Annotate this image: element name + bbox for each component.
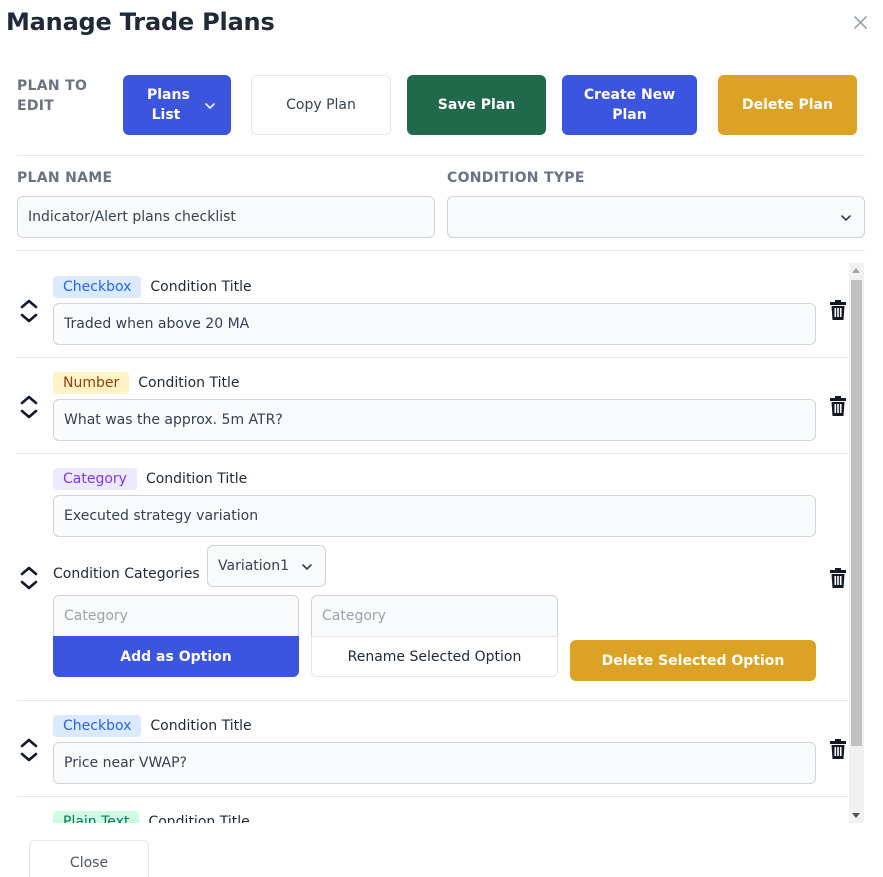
divider — [17, 357, 848, 358]
rename-category-input[interactable]: Category — [311, 595, 558, 637]
rename-selected-option-button[interactable]: Rename Selected Option — [311, 636, 558, 677]
condition-title-label: Condition Title — [145, 471, 248, 487]
divider — [17, 250, 865, 251]
trash-icon[interactable] — [829, 739, 847, 759]
divider — [17, 700, 848, 701]
create-new-plan-button[interactable]: Create New Plan — [562, 75, 697, 135]
divider — [17, 155, 865, 156]
divider — [17, 796, 848, 797]
new-category-input[interactable]: Category — [53, 595, 299, 637]
plans-list-label: Plans List — [147, 87, 190, 123]
close-button[interactable]: Close — [29, 840, 149, 877]
condition-type-badge: Checkbox — [53, 715, 142, 737]
reorder-icon[interactable] — [19, 737, 39, 763]
trash-icon[interactable] — [829, 396, 847, 416]
condition-header: Number Condition Title — [53, 372, 240, 394]
condition-header: Checkbox Condition Title — [53, 276, 252, 298]
plan-name-label: PLAN NAME — [17, 170, 113, 186]
scroll-down-icon[interactable] — [852, 813, 860, 818]
conditions-list[interactable]: Checkbox Condition Title Traded when abo… — [0, 262, 866, 823]
copy-plan-button[interactable]: Copy Plan — [251, 75, 391, 135]
condition-title-input[interactable]: Price near VWAP? — [53, 742, 816, 784]
condition-type-badge: Checkbox — [53, 276, 142, 298]
save-plan-button[interactable]: Save Plan — [407, 75, 546, 135]
trash-icon[interactable] — [829, 300, 847, 320]
condition-categories-label: Condition Categories — [53, 566, 200, 582]
category-select-value: Variation1 — [218, 558, 290, 574]
condition-title-label: Condition Title — [150, 718, 252, 734]
condition-header: Category Condition Title — [53, 468, 247, 490]
condition-title-label: Condition Title — [150, 279, 252, 295]
condition-type-badge: Number — [53, 372, 130, 394]
scroll-up-icon[interactable] — [852, 268, 860, 273]
reorder-icon[interactable] — [19, 565, 39, 591]
plan-name-input[interactable]: Indicator/Alert plans checklist — [17, 196, 435, 238]
plan-to-edit-label: PLAN TO EDIT — [17, 78, 88, 114]
scrollbar-thumb[interactable] — [851, 280, 862, 746]
condition-header: Checkbox Condition Title — [53, 715, 252, 737]
condition-title-label: Condition Title — [138, 375, 240, 391]
delete-plan-button[interactable]: Delete Plan — [718, 75, 857, 135]
plans-list-button[interactable]: Plans List — [123, 75, 231, 135]
condition-type-label: CONDITION TYPE — [447, 170, 585, 186]
condition-title-label: Condition Title — [148, 814, 250, 823]
reorder-icon[interactable] — [19, 394, 39, 420]
delete-selected-option-button[interactable]: Delete Selected Option — [570, 640, 816, 681]
condition-title-input[interactable]: Traded when above 20 MA — [53, 303, 816, 345]
chevron-down-icon — [204, 98, 216, 118]
reorder-icon[interactable] — [19, 298, 39, 324]
close-icon[interactable] — [850, 12, 872, 34]
chevron-down-icon — [840, 212, 852, 228]
condition-title-input[interactable]: Executed strategy variation — [53, 495, 816, 537]
condition-title-input[interactable]: What was the approx. 5m ATR? — [53, 399, 816, 441]
category-select[interactable]: Variation1 — [207, 545, 326, 587]
trash-icon[interactable] — [829, 568, 847, 588]
add-as-option-button[interactable]: Add as Option — [53, 636, 299, 677]
chevron-down-icon — [301, 561, 313, 577]
condition-type-badge: Plain Text — [53, 811, 140, 823]
divider — [17, 453, 848, 454]
condition-header: Plain Text Condition Title — [53, 811, 250, 823]
condition-type-badge: Category — [53, 468, 137, 490]
scrollbar[interactable] — [849, 263, 864, 823]
condition-type-select[interactable] — [447, 196, 865, 238]
dialog-title: Manage Trade Plans — [6, 8, 275, 36]
